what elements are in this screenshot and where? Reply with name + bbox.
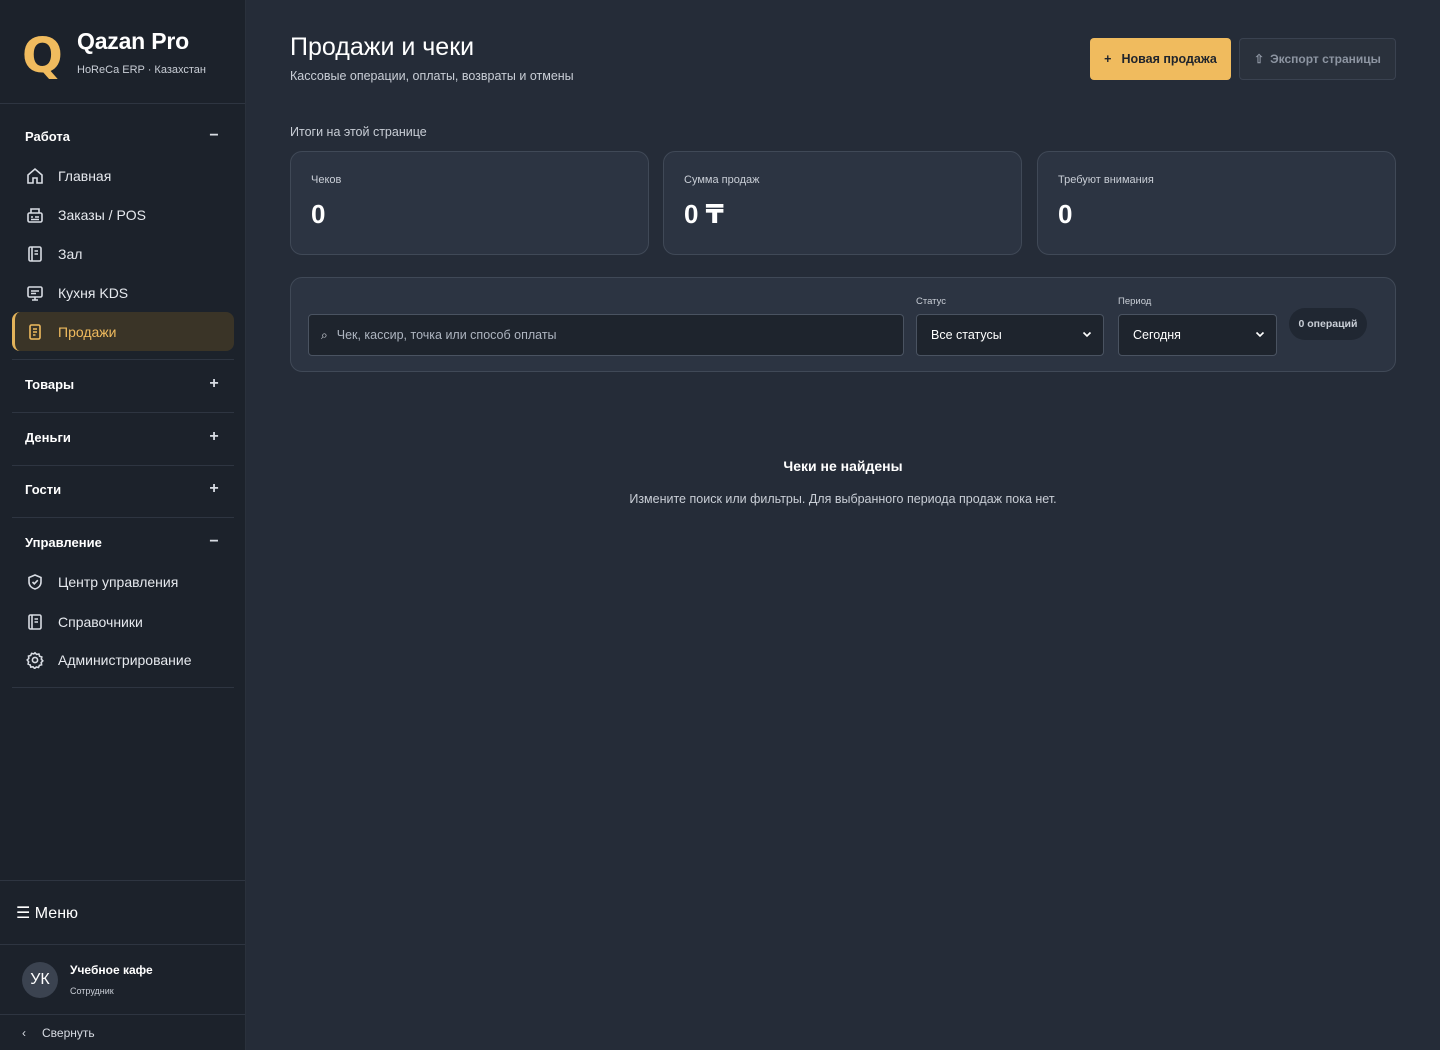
sidebar-item-label: Справочники <box>58 613 143 630</box>
sidebar-item-label: Зал <box>58 245 83 262</box>
stat-card-attention: Требуют внимания 0 <box>1037 151 1396 255</box>
empty-state-subtitle: Измените поиск или фильтры. Для выбранно… <box>629 492 1057 506</box>
section-label: Гости <box>25 481 62 497</box>
collapse-label: Свернуть <box>42 1025 95 1040</box>
avatar: УК <box>22 962 58 998</box>
user-role: Сотрудник <box>70 986 114 996</box>
brand-logo: Q <box>22 28 63 84</box>
expand-icon[interactable]: + <box>207 375 221 393</box>
page-subtitle: Кассовые операции, оплаты, возвраты и от… <box>290 69 574 83</box>
sidebar-item-sales[interactable]: Продажи <box>12 312 234 351</box>
stat-value: 0 ₸ <box>684 199 724 229</box>
sidebar-item-label: Главная <box>58 167 112 184</box>
shield-check-icon <box>26 573 44 591</box>
sidebar-item-home[interactable]: Главная <box>12 156 234 195</box>
section-label: Деньги <box>25 429 71 445</box>
search-icon: ⌕ <box>321 327 328 342</box>
sidebar-item-kitchen[interactable]: Кухня KDS <box>12 273 234 312</box>
notebook-icon <box>26 245 44 263</box>
search-input[interactable]: ⌕ Чек, кассир, точка или способ оплаты <box>308 314 904 356</box>
section-gosti[interactable]: Гости + <box>12 463 234 515</box>
chevron-down-icon <box>1254 328 1266 343</box>
brand-title: Qazan Pro <box>77 28 189 54</box>
sidebar-item-label: Администрирование <box>58 651 192 668</box>
collapse-icon[interactable]: − <box>207 533 221 551</box>
search-placeholder: Чек, кассир, точка или способ оплаты <box>336 328 557 342</box>
period-select[interactable]: Сегодня <box>1118 314 1277 356</box>
brand-subtitle: HoReCa ERP · Казахстан <box>77 64 206 76</box>
totals-label: Итоги на этой странице <box>290 125 427 139</box>
upload-arrow-icon: ⇧ <box>1254 52 1265 66</box>
monitor-icon <box>26 284 44 302</box>
stat-card-receipts: Чеков 0 <box>290 151 649 255</box>
new-sale-button[interactable]: + Новая продажа <box>1090 38 1231 80</box>
stat-label: Требуют внимания <box>1058 174 1154 186</box>
section-label: Управление <box>25 534 102 550</box>
sidebar: Q Qazan Pro HoReCa ERP · Казахстан Работ… <box>0 0 246 1050</box>
sidebar-item-control-center[interactable]: Центр управления <box>12 562 234 601</box>
section-dengi[interactable]: Деньги + <box>12 411 234 463</box>
sidebar-item-orders[interactable]: Заказы / POS <box>12 195 234 234</box>
new-sale-label: Новая продажа <box>1121 52 1217 66</box>
sidebar-item-references[interactable]: Справочники <box>12 602 234 641</box>
status-select-value: Все статусы <box>931 328 1002 342</box>
chevron-down-icon <box>1081 328 1093 343</box>
user-profile[interactable]: УК Учебное кафе Сотрудник <box>0 945 245 1015</box>
divider <box>12 687 234 688</box>
stat-label: Чеков <box>311 174 342 186</box>
filters-panel: ⌕ Чек, кассир, точка или способ оплаты С… <box>290 277 1396 372</box>
section-upravlenie[interactable]: Управление − <box>12 516 234 568</box>
chevron-left-icon: ‹ <box>22 1025 26 1040</box>
expand-icon[interactable]: + <box>207 428 221 446</box>
sidebar-item-hall[interactable]: Зал <box>12 234 234 273</box>
sidebar-item-admin[interactable]: Администрирование <box>12 640 234 679</box>
plus-icon: + <box>1104 52 1112 66</box>
expand-icon[interactable]: + <box>207 480 221 498</box>
status-select[interactable]: Все статусы <box>916 314 1104 356</box>
section-label: Товары <box>25 376 75 392</box>
sidebar-item-label: Центр управления <box>58 573 179 590</box>
export-page-button[interactable]: ⇧ Экспорт страницы <box>1239 38 1396 80</box>
section-tovary[interactable]: Товары + <box>12 358 234 410</box>
stat-value: 0 <box>1058 199 1073 229</box>
user-name: Учебное кафе <box>70 963 153 977</box>
export-label: Экспорт страницы <box>1270 52 1381 66</box>
sidebar-item-label: Заказы / POS <box>58 206 147 223</box>
period-filter-label: Период <box>1118 296 1152 307</box>
empty-state-title: Чеки не найдены <box>783 458 903 474</box>
stat-label: Сумма продаж <box>684 174 760 186</box>
brand[interactable]: Q Qazan Pro HoReCa ERP · Казахстан <box>0 0 245 104</box>
section-rabota[interactable]: Работа − <box>12 110 234 162</box>
home-icon <box>26 167 44 185</box>
stat-value: 0 <box>311 199 326 229</box>
page-title: Продажи и чеки <box>290 33 475 61</box>
gear-icon <box>26 651 44 669</box>
status-filter-label: Статус <box>916 296 947 307</box>
section-label: Работа <box>25 128 70 144</box>
collapse-icon[interactable]: − <box>207 127 221 145</box>
operations-count-badge: 0 операций <box>1289 308 1367 340</box>
receipt-icon <box>26 323 44 341</box>
notebook-icon <box>26 613 44 631</box>
menu-button[interactable]: ☰ Меню <box>0 880 245 945</box>
sidebar-item-label: Кухня KDS <box>58 284 129 301</box>
pos-icon <box>26 206 44 224</box>
sidebar-item-label: Продажи <box>58 323 117 340</box>
period-select-value: Сегодня <box>1133 328 1181 342</box>
stat-card-sales-sum: Сумма продаж 0 ₸ <box>663 151 1022 255</box>
collapse-sidebar-button[interactable]: ‹ Свернуть <box>0 1015 245 1050</box>
